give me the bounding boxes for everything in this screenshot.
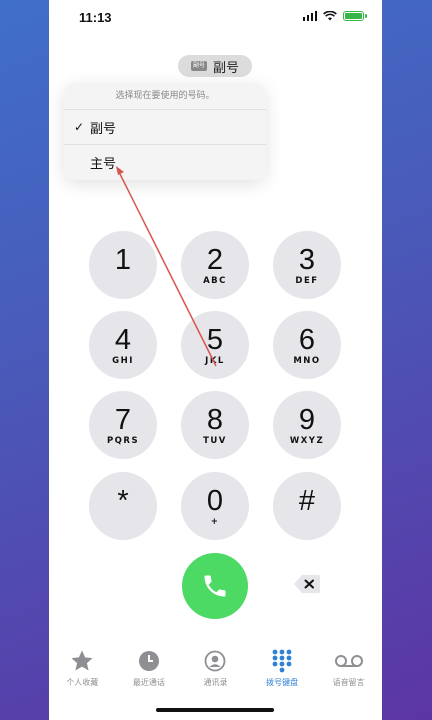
- key-4[interactable]: 4 GHI: [89, 311, 157, 379]
- tab-contacts[interactable]: 通讯录: [182, 648, 249, 698]
- checkmark-icon: ✓: [74, 120, 85, 134]
- key-letters: PQRS: [106, 435, 140, 446]
- tab-bar: 个人收藏 最近通话 通讯录 拨号键盘 语音留言: [49, 648, 382, 698]
- key-digit: 4: [114, 323, 132, 356]
- star-icon: [70, 648, 94, 673]
- sim-option-label: 主号: [90, 157, 117, 172]
- key-2[interactable]: 2 ABC: [181, 231, 249, 299]
- contact-icon: [204, 648, 226, 673]
- tab-label: 语音留言: [332, 678, 365, 687]
- key-digit: 6: [298, 323, 316, 356]
- sim-badge: 副号: [190, 61, 207, 71]
- delete-icon[interactable]: [293, 574, 321, 594]
- sim-option-secondary[interactable]: ✓ 副号: [64, 110, 266, 145]
- key-digit: 8: [206, 403, 224, 436]
- phone-icon: [204, 575, 226, 597]
- key-digit: 5: [206, 323, 224, 356]
- key-digit: 2: [206, 243, 224, 276]
- key-letters: MNO: [293, 355, 321, 366]
- keypad-icon: [272, 648, 292, 673]
- key-digit: 0: [206, 484, 224, 517]
- tab-recents[interactable]: 最近通话: [116, 648, 183, 698]
- sim-option-label: 副号: [90, 121, 117, 137]
- status-bar: 11:13: [49, 0, 382, 36]
- tab-favorites[interactable]: 个人收藏: [49, 648, 116, 698]
- tab-keypad[interactable]: 拨号键盘: [249, 648, 316, 698]
- wifi-icon: [323, 11, 337, 21]
- tab-label: 通讯录: [203, 678, 228, 687]
- status-icons: [302, 11, 367, 21]
- phone-screen: 11:13 副号 副号 选择现在要使用的号码。 ✓ 副号 主号 1 2 ABC …: [49, 0, 382, 720]
- key-digit: 9: [298, 403, 316, 436]
- key-6[interactable]: 6 MNO: [273, 311, 341, 379]
- key-letters: TUV: [203, 435, 227, 446]
- status-time: 11:13: [79, 10, 112, 25]
- battery-icon: [343, 11, 367, 21]
- key-1[interactable]: 1: [89, 231, 157, 299]
- tab-label: 个人收藏: [66, 678, 99, 687]
- key-digit: *: [117, 484, 129, 517]
- home-indicator: [156, 708, 274, 712]
- tab-voicemail[interactable]: 语音留言: [315, 648, 382, 698]
- key-3[interactable]: 3 DEF: [273, 231, 341, 299]
- clock-icon: [138, 648, 160, 673]
- key-digit: #: [298, 484, 316, 517]
- key-letters: GHI: [112, 355, 134, 366]
- key-digit: 7: [114, 403, 132, 436]
- key-9[interactable]: 9 WXYZ: [273, 391, 341, 459]
- key-letters: WXYZ: [289, 435, 325, 446]
- key-star[interactable]: *: [89, 472, 157, 540]
- voicemail-icon: [334, 648, 364, 673]
- sim-option-primary[interactable]: 主号: [64, 145, 266, 180]
- call-button[interactable]: [182, 553, 248, 619]
- signal-icon: [302, 11, 317, 21]
- key-7[interactable]: 7 PQRS: [89, 391, 157, 459]
- key-digit: 3: [298, 243, 316, 276]
- key-letters: JKL: [205, 355, 225, 366]
- sim-label: 副号: [213, 60, 240, 76]
- key-digit: 1: [114, 243, 132, 276]
- key-8[interactable]: 8 TUV: [181, 391, 249, 459]
- key-5[interactable]: 5 JKL: [181, 311, 249, 379]
- tab-label: 最近通话: [132, 678, 165, 687]
- popup-title: 选择现在要使用的号码。: [64, 83, 266, 110]
- key-letters: +: [210, 516, 220, 527]
- key-hash[interactable]: #: [273, 472, 341, 540]
- key-0[interactable]: 0 +: [181, 472, 249, 540]
- key-letters: DEF: [295, 275, 319, 286]
- tab-label: 拨号键盘: [266, 678, 299, 687]
- key-letters: ABC: [203, 275, 227, 286]
- sim-choice-popup: 选择现在要使用的号码。 ✓ 副号 主号: [64, 83, 266, 180]
- sim-selector-button[interactable]: 副号 副号: [178, 55, 252, 77]
